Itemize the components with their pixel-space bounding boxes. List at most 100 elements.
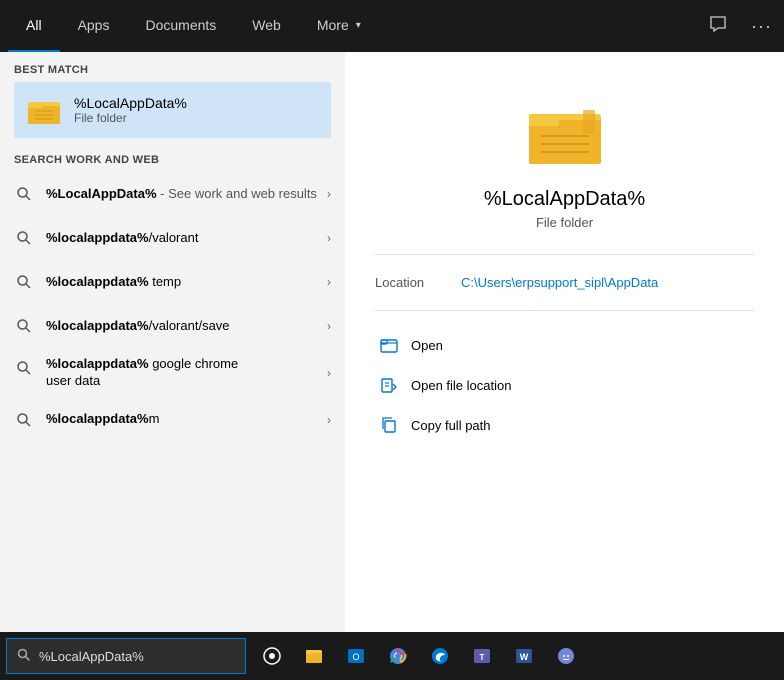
chevron-right-icon: › xyxy=(327,231,331,245)
discord-btn[interactable] xyxy=(546,636,586,676)
edge-btn[interactable] xyxy=(420,636,460,676)
search-result-text: %LocalAppData% - See work and web result… xyxy=(46,186,327,203)
divider-2 xyxy=(375,310,754,311)
taskbar-search-text: %LocalAppData% xyxy=(39,649,235,664)
tab-all[interactable]: All xyxy=(8,0,60,52)
teams-btn[interactable]: T xyxy=(462,636,502,676)
folder-open-icon xyxy=(379,335,399,355)
tab-more[interactable]: More ▾ xyxy=(299,0,379,52)
more-options-btn[interactable]: ··· xyxy=(747,12,776,41)
right-panel: %LocalAppData% File folder Location C:\U… xyxy=(345,52,784,632)
action-open-file-location-label: Open file location xyxy=(411,378,511,393)
search-result-text: %localappdata%/valorant xyxy=(46,230,327,247)
list-item[interactable]: %LocalAppData% - See work and web result… xyxy=(0,172,345,216)
task-view-icon xyxy=(262,646,282,666)
action-copy-full-path[interactable]: Copy full path xyxy=(375,407,754,443)
tab-apps-label: Apps xyxy=(78,17,110,33)
tab-all-label: All xyxy=(26,17,42,33)
search-icon xyxy=(14,410,34,430)
best-match-item[interactable]: %LocalAppData% File folder xyxy=(14,82,331,138)
detail-subtitle: File folder xyxy=(536,215,593,230)
chat-icon-btn[interactable] xyxy=(705,11,731,42)
tab-documents-label: Documents xyxy=(145,17,216,33)
svg-text:T: T xyxy=(480,653,485,662)
taskbar-search-box[interactable]: %LocalAppData% xyxy=(6,638,246,674)
detail-title: %LocalAppData% xyxy=(484,188,645,211)
file-explorer-icon xyxy=(304,646,324,666)
chrome-icon xyxy=(388,646,408,666)
best-match-title: %LocalAppData% xyxy=(74,95,187,111)
search-icon xyxy=(14,184,34,204)
search-icon xyxy=(14,272,34,292)
result-rest: /valorant/save xyxy=(149,318,230,333)
list-item[interactable]: %localappdata%/valorant/save › xyxy=(0,304,345,348)
chrome-btn[interactable] xyxy=(378,636,418,676)
word-btn[interactable]: W xyxy=(504,636,544,676)
tab-more-label: More xyxy=(317,17,349,33)
search-result-text: %localappdata%m xyxy=(46,411,327,428)
best-match-text: %LocalAppData% File folder xyxy=(74,95,187,125)
tab-apps[interactable]: Apps xyxy=(60,0,128,52)
search-result-text: %localappdata% google chrome user data xyxy=(46,356,327,390)
svg-text:O: O xyxy=(352,652,359,662)
detail-location: Location C:\Users\erpsupport_sipl\AppDat… xyxy=(375,275,754,290)
task-view-btn[interactable] xyxy=(252,636,292,676)
word-icon: W xyxy=(514,646,534,666)
tab-documents[interactable]: Documents xyxy=(127,0,234,52)
action-open-label: Open xyxy=(411,338,443,353)
tab-web[interactable]: Web xyxy=(234,0,299,52)
file-location-icon xyxy=(379,375,399,395)
action-open-file-location[interactable]: Open file location xyxy=(375,367,754,403)
top-nav: All Apps Documents Web More ▾ ··· xyxy=(0,0,784,52)
taskbar: %LocalAppData% O xyxy=(0,632,784,680)
detail-actions: Open Open file location xyxy=(375,327,754,443)
search-work-label: Search work and web xyxy=(14,154,331,166)
list-item[interactable]: %localappdata% temp › xyxy=(0,260,345,304)
chevron-right-icon: › xyxy=(327,413,331,427)
result-bold: %localappdata% xyxy=(46,274,149,289)
taskbar-search-icon xyxy=(17,648,31,665)
search-result-text: %localappdata%/valorant/save xyxy=(46,318,327,335)
best-match-section: Best match %Local xyxy=(0,52,345,144)
best-match-label: Best match xyxy=(14,64,331,76)
search-icon xyxy=(14,228,34,248)
chat-icon xyxy=(709,15,727,33)
edge-icon xyxy=(430,646,450,666)
copy-icon xyxy=(379,415,399,435)
chevron-right-icon: › xyxy=(327,187,331,201)
result-bold: %localappdata% xyxy=(46,411,149,426)
search-work-section: Search work and web xyxy=(0,144,345,172)
search-icon xyxy=(14,358,34,378)
chevron-down-icon: ▾ xyxy=(356,20,361,31)
result-rest-2: user data xyxy=(46,373,100,388)
left-panel: Best match %Local xyxy=(0,52,345,632)
list-item[interactable]: %localappdata%m › xyxy=(0,398,345,442)
result-rest: google chrome xyxy=(149,356,239,371)
result-rest: temp xyxy=(149,274,182,289)
location-value[interactable]: C:\Users\erpsupport_sipl\AppData xyxy=(461,275,658,290)
result-rest: m xyxy=(149,411,160,426)
nav-right: ··· xyxy=(705,11,776,42)
list-item[interactable]: %localappdata% google chrome user data › xyxy=(0,348,345,398)
divider-1 xyxy=(375,254,754,255)
result-rest: /valorant xyxy=(149,230,199,245)
action-open[interactable]: Open xyxy=(375,327,754,363)
action-copy-full-path-label: Copy full path xyxy=(411,418,491,433)
file-explorer-btn[interactable] xyxy=(294,636,334,676)
teams-icon: T xyxy=(472,646,492,666)
svg-text:W: W xyxy=(520,652,529,662)
outlook-btn[interactable]: O xyxy=(336,636,376,676)
chevron-right-icon: › xyxy=(327,366,331,380)
search-result-list: %LocalAppData% - See work and web result… xyxy=(0,172,345,632)
folder-icon xyxy=(26,92,62,128)
location-label: Location xyxy=(375,275,445,290)
chevron-right-icon: › xyxy=(327,319,331,333)
chevron-right-icon: › xyxy=(327,275,331,289)
result-bold: %localappdata% xyxy=(46,356,149,371)
best-match-subtitle: File folder xyxy=(74,111,187,125)
result-bold: %localappdata% xyxy=(46,318,149,333)
outlook-icon: O xyxy=(346,646,366,666)
discord-icon xyxy=(556,646,576,666)
list-item[interactable]: %localappdata%/valorant › xyxy=(0,216,345,260)
result-dim: - See work and web results xyxy=(157,186,317,201)
